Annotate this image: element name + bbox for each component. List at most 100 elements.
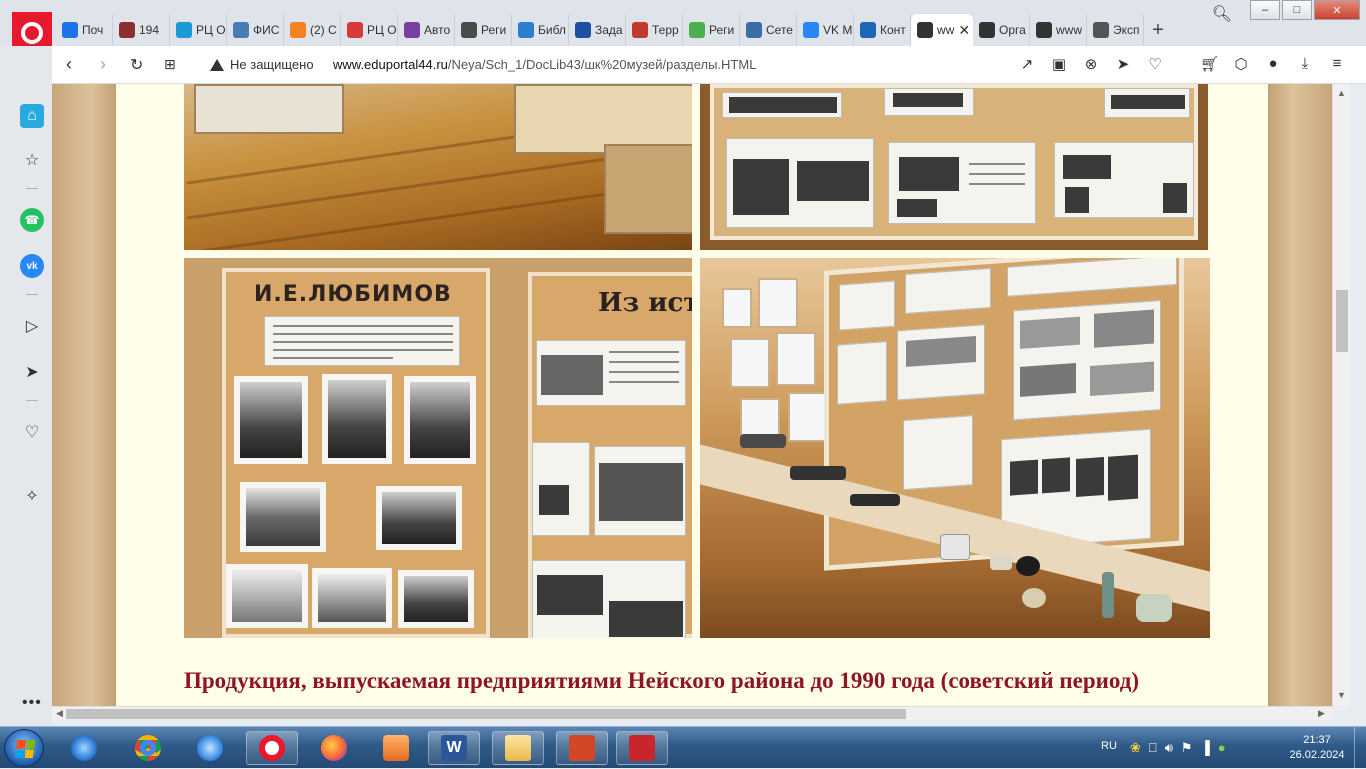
grid-icon bbox=[404, 22, 420, 38]
menu-icon[interactable]: ≡ bbox=[1328, 55, 1346, 73]
lightbulb-icon[interactable]: ✧ bbox=[20, 484, 44, 508]
tab-0[interactable]: Поч bbox=[56, 14, 113, 46]
more-icon[interactable]: ••• bbox=[22, 694, 42, 712]
tab-14[interactable]: Конт bbox=[854, 14, 911, 46]
tab-3[interactable]: ФИС bbox=[227, 14, 284, 46]
scroll-up-icon[interactable]: ▲ bbox=[1337, 88, 1346, 98]
museum-icon bbox=[119, 22, 135, 38]
player-icon[interactable]: ▷ bbox=[20, 314, 44, 338]
start-button[interactable] bbox=[4, 729, 44, 767]
maximize-button[interactable]: □ bbox=[1282, 0, 1312, 20]
clock[interactable]: 21:37 26.02.2024 bbox=[1284, 733, 1350, 763]
home-icon[interactable]: ⌂ bbox=[20, 104, 44, 128]
fis-icon bbox=[233, 22, 249, 38]
opera-logo-icon bbox=[21, 22, 43, 44]
back-button[interactable]: ‹ bbox=[66, 54, 72, 75]
photo-lyubimov-stand: И.Е.ЛЮБИМОВ Из исто bbox=[184, 258, 692, 638]
bookmark-heart-icon[interactable]: ♡ bbox=[1146, 55, 1164, 73]
close-tab-icon[interactable]: ✕ bbox=[958, 22, 970, 39]
tab-9[interactable]: Зада bbox=[569, 14, 626, 46]
send-page-icon[interactable]: ➤ bbox=[1114, 55, 1132, 73]
tab-label: Эксп bbox=[1113, 23, 1140, 37]
horizontal-scroll-thumb[interactable] bbox=[66, 709, 906, 719]
flag-icon[interactable]: ⚑ bbox=[1181, 740, 1193, 756]
url-field[interactable]: www.eduportal44.ru/Neya/Sch_1/DocLib43/ш… bbox=[333, 57, 756, 72]
snapshot-icon[interactable]: ▣ bbox=[1050, 55, 1068, 73]
tray-status-icon[interactable]: ● bbox=[1218, 740, 1226, 756]
tray-app-icon[interactable]: ❀ bbox=[1130, 740, 1141, 756]
toolbar-right: ↗ ▣ ⊗ ➤ ♡ 🛒︎ ⬡ ● ⤓ ≡ bbox=[1018, 55, 1346, 73]
vertical-scrollbar[interactable]: ▲ ▼ bbox=[1332, 84, 1350, 706]
word-icon: W bbox=[441, 735, 467, 761]
tab-5[interactable]: РЦ О bbox=[341, 14, 398, 46]
security-indicator[interactable]: Не защищено bbox=[210, 57, 314, 72]
chrome-icon bbox=[135, 735, 161, 761]
reload-button[interactable]: ↻ bbox=[130, 55, 143, 75]
download-icon[interactable]: ⤓ bbox=[1296, 55, 1314, 73]
tab-7[interactable]: Реги bbox=[455, 14, 512, 46]
profile-avatar[interactable]: ● bbox=[1264, 55, 1282, 73]
taskbar-opera[interactable] bbox=[246, 731, 298, 765]
security-label: Не защищено bbox=[230, 57, 314, 72]
send-icon[interactable]: ➤ bbox=[20, 360, 44, 384]
show-desktop-button[interactable] bbox=[1354, 727, 1366, 769]
taskbar-ie[interactable] bbox=[184, 731, 236, 765]
forward-button[interactable]: › bbox=[100, 54, 106, 75]
image-app-icon bbox=[629, 735, 655, 761]
scroll-left-icon[interactable]: ◀ bbox=[56, 708, 63, 719]
tab-12[interactable]: Сете bbox=[740, 14, 797, 46]
heart-icon[interactable]: ♡ bbox=[20, 420, 44, 444]
tab-15[interactable]: ww ✕ bbox=[911, 14, 973, 46]
tab-label: Терр bbox=[652, 23, 679, 37]
tab-label: Библ bbox=[538, 23, 566, 37]
tab-4[interactable]: (2) С bbox=[284, 14, 341, 46]
usb-icon[interactable]: ⎕ bbox=[1149, 740, 1157, 756]
star-icon[interactable]: ☆ bbox=[20, 148, 44, 172]
tab-13[interactable]: VK М bbox=[797, 14, 854, 46]
horizontal-scrollbar[interactable]: ◀ ▶ bbox=[52, 706, 1332, 720]
tab-17[interactable]: www bbox=[1030, 14, 1087, 46]
taskbar-explorer[interactable] bbox=[492, 731, 544, 765]
page-content: И.Е.ЛЮБИМОВ Из исто bbox=[120, 84, 1266, 706]
whatsapp-icon[interactable]: ☎ bbox=[20, 208, 44, 232]
scroll-down-icon[interactable]: ▼ bbox=[1337, 690, 1346, 700]
tab-10[interactable]: Терр bbox=[626, 14, 683, 46]
system-tray: ❀ ⎕ 🔊︎ ⚑ ▐ ● bbox=[1130, 740, 1226, 756]
taskbar-ie-pinned[interactable] bbox=[58, 731, 110, 765]
tab-2[interactable]: РЦ О bbox=[170, 14, 227, 46]
block-icon[interactable]: ⊗ bbox=[1082, 55, 1100, 73]
taskbar-powerpoint[interactable] bbox=[556, 731, 608, 765]
firefox-icon bbox=[321, 735, 347, 761]
sidebar: ⌂ ☆ ☎ vk ▷ ➤ ♡ ✧ bbox=[0, 46, 52, 726]
new-tab-button[interactable]: + bbox=[1144, 14, 1172, 46]
share-icon[interactable]: ↗ bbox=[1018, 55, 1036, 73]
photo-classroom bbox=[184, 84, 692, 250]
tab-18[interactable]: Эксп bbox=[1087, 14, 1144, 46]
minimize-button[interactable]: – bbox=[1250, 0, 1280, 20]
scroll-right-icon[interactable]: ▶ bbox=[1318, 708, 1325, 719]
tab-label: РЦ О bbox=[367, 23, 397, 37]
language-indicator[interactable]: RU bbox=[1101, 740, 1117, 752]
speed-dial-icon[interactable]: ⊞ bbox=[164, 56, 176, 73]
taskbar-chrome[interactable] bbox=[122, 731, 174, 765]
tab-16[interactable]: Орга bbox=[973, 14, 1030, 46]
puzzle-icon bbox=[689, 22, 705, 38]
vertical-scroll-thumb[interactable] bbox=[1336, 290, 1348, 352]
taskbar-media-player[interactable] bbox=[370, 731, 422, 765]
vk-icon bbox=[803, 22, 819, 38]
tab-8[interactable]: Библ bbox=[512, 14, 569, 46]
vk-icon[interactable]: vk bbox=[20, 254, 44, 278]
close-window-button[interactable]: ✕ bbox=[1314, 0, 1360, 20]
cube-icon[interactable]: ⬡ bbox=[1232, 55, 1250, 73]
taskbar-image-app[interactable] bbox=[616, 731, 668, 765]
tab-11[interactable]: Реги bbox=[683, 14, 740, 46]
tab-label: Авто bbox=[424, 23, 451, 37]
tab-6[interactable]: Авто bbox=[398, 14, 455, 46]
tab-1[interactable]: 194 bbox=[113, 14, 170, 46]
taskbar-firefox[interactable] bbox=[308, 731, 360, 765]
volume-icon[interactable]: 🔊︎ bbox=[1165, 740, 1173, 756]
taskbar-word[interactable]: W bbox=[428, 731, 480, 765]
tab-search-icon[interactable]: 🔍︎ bbox=[1212, 4, 1232, 24]
cart-icon[interactable]: 🛒︎ bbox=[1200, 55, 1219, 73]
signal-icon[interactable]: ▐ bbox=[1201, 740, 1210, 756]
